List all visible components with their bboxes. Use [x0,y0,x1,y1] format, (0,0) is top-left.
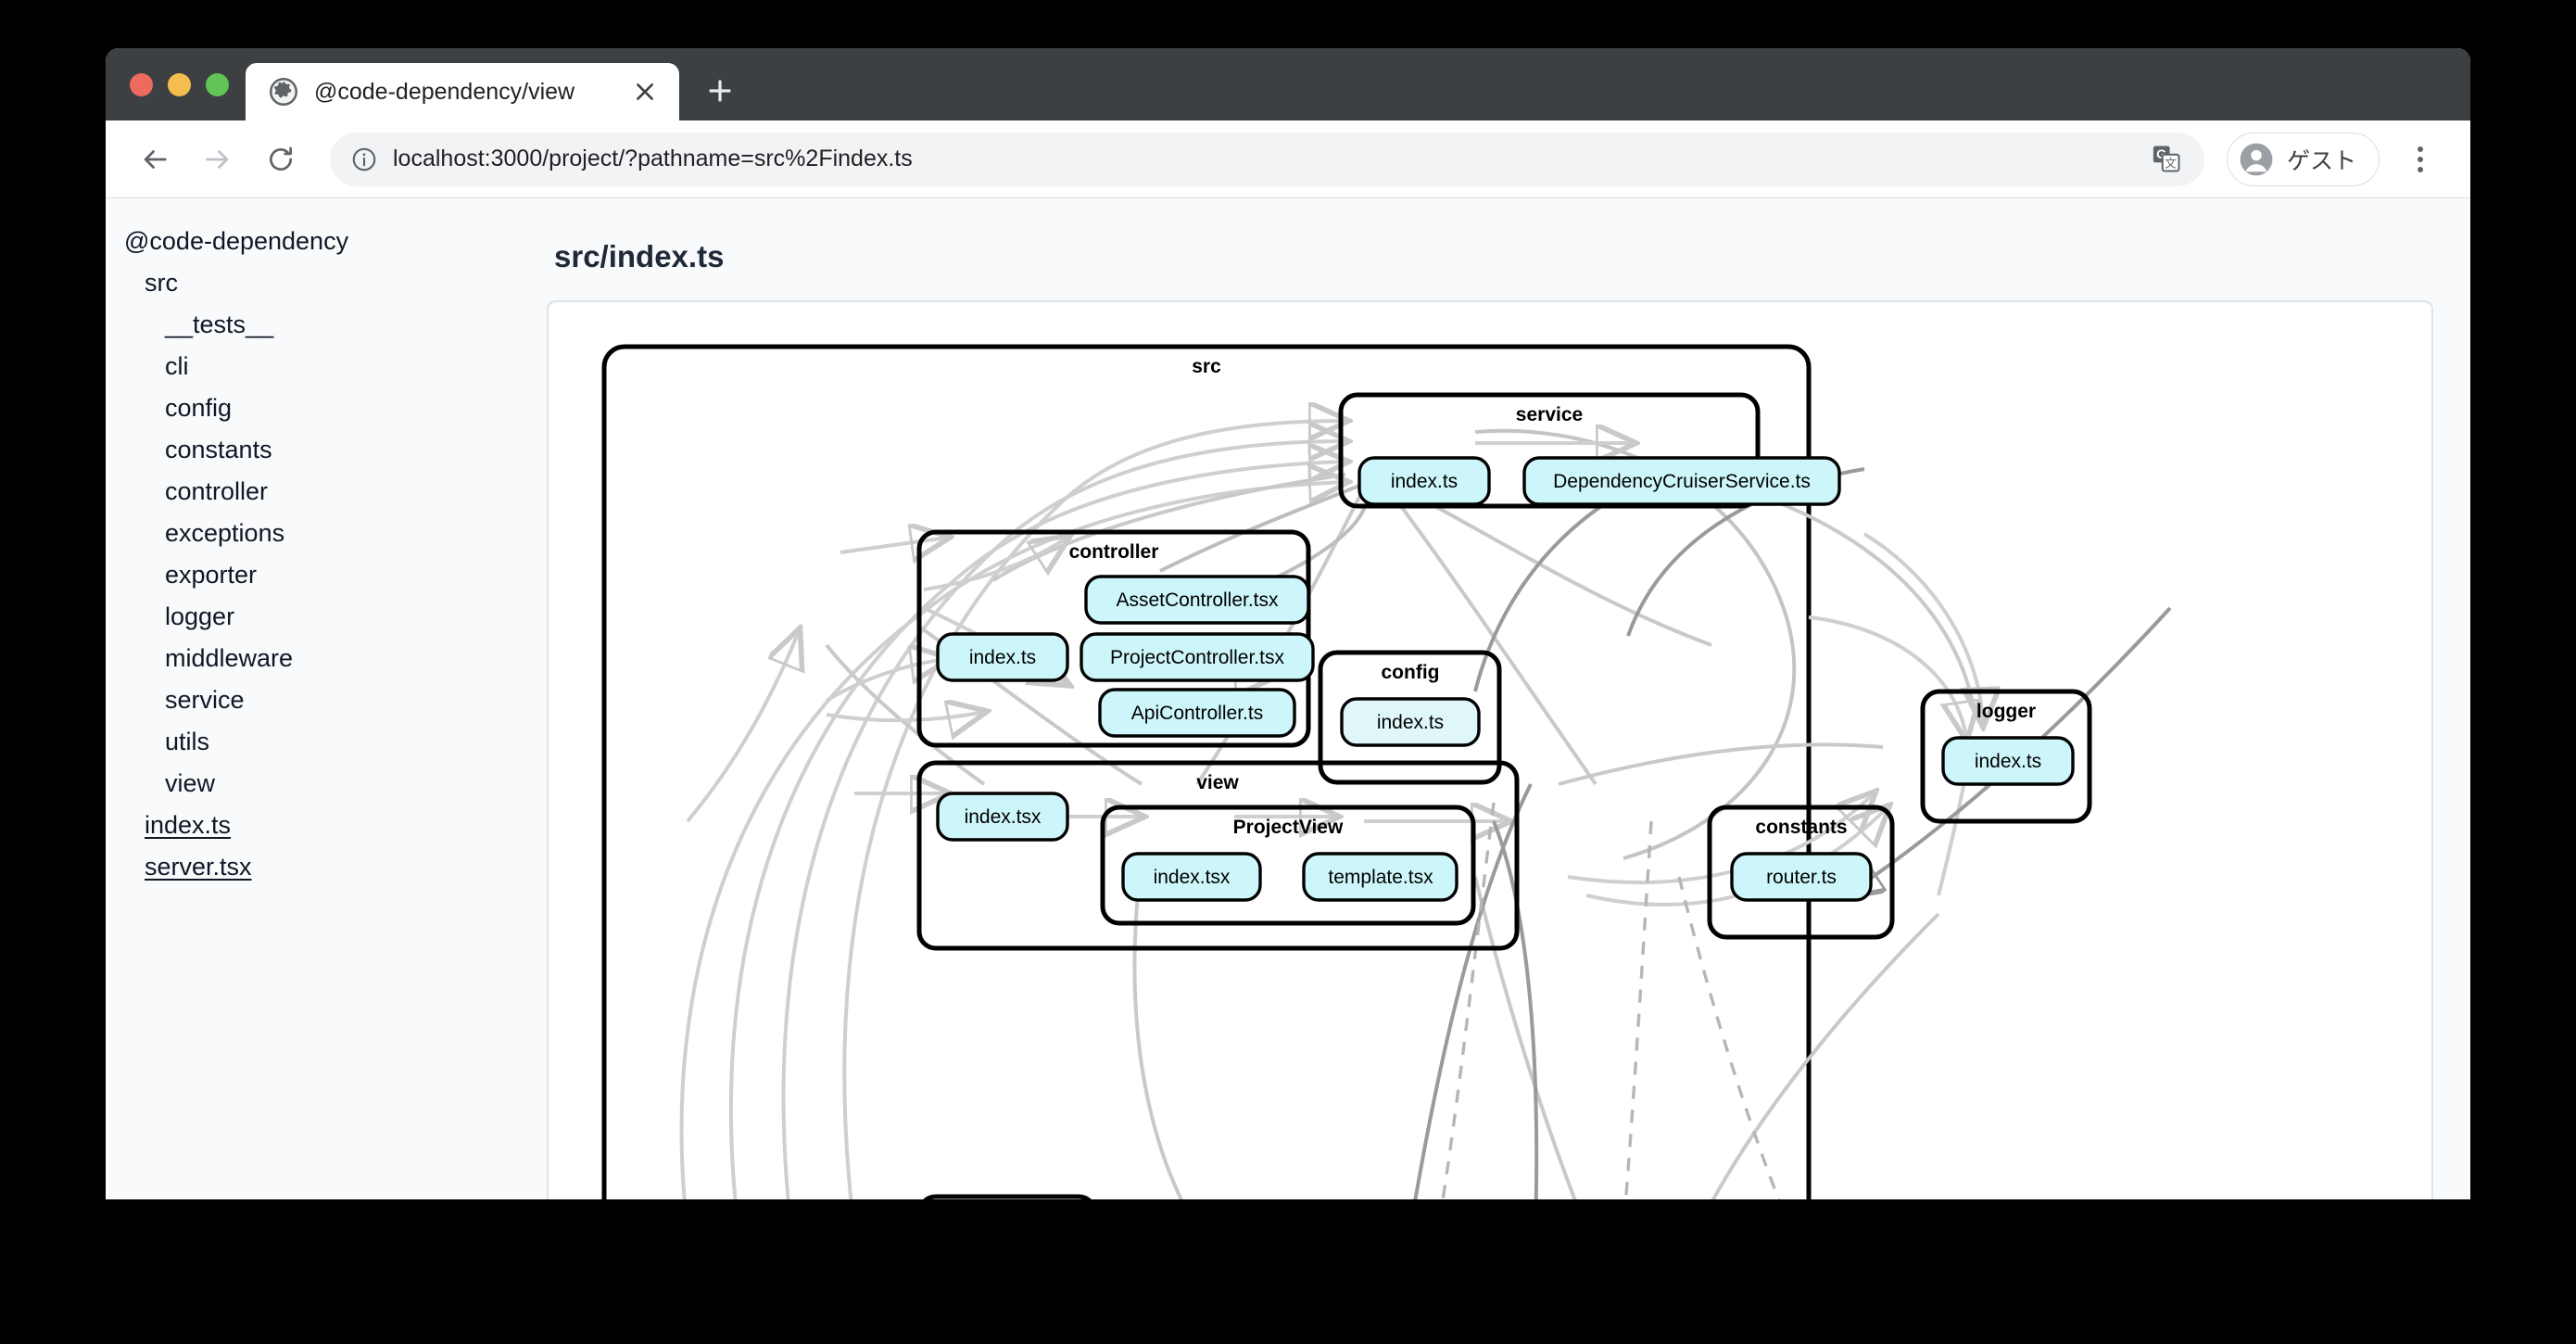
node-label: ProjectController.tsx [1110,647,1284,668]
node-label: index.tsx [1154,867,1231,888]
globe-icon [270,78,297,106]
node-project-controller[interactable]: ProjectController.tsx [1080,632,1315,682]
cluster-cutoff [923,1194,1092,1199]
forward-button[interactable] [191,133,245,186]
close-window-button[interactable] [130,73,153,96]
cluster-label: logger [1976,701,2036,722]
avatar [2239,142,2274,177]
node-view-index[interactable]: index.tsx [936,792,1069,842]
node-label: index.ts [969,647,1036,668]
cluster-label: service [1516,404,1583,425]
back-button[interactable] [128,133,182,186]
cluster-label: config [1382,662,1440,683]
node-label: index.ts [1377,712,1444,733]
sidebar-item-utils[interactable]: utils [106,721,504,763]
sidebar-item-server-tsx[interactable]: server.tsx [106,846,504,888]
node-label: index.tsx [965,806,1042,828]
window-traffic-lights [106,73,246,120]
sidebar-item-cli[interactable]: cli [106,346,504,387]
node-label: index.ts [1391,471,1458,492]
node-label: template.tsx [1328,867,1433,888]
graph-edges [679,421,1983,1199]
maximize-window-button[interactable] [206,73,229,96]
node-api-controller[interactable]: ApiController.ts [1098,688,1296,738]
sidebar-item-exporter[interactable]: exporter [106,554,504,596]
svg-text:文: 文 [2165,156,2177,170]
sidebar-item-logger[interactable]: logger [106,596,504,638]
node-config-index[interactable]: index.ts [1340,697,1481,747]
cluster-label: view [1196,772,1239,793]
cluster-label: constants [1755,817,1847,838]
node-logger-index[interactable]: index.ts [1941,736,2075,786]
dependency-graph-svg[interactable]: src service index.ts DependencyCruiserSe… [549,302,2402,1199]
node-service-index[interactable]: index.ts [1357,456,1491,506]
main-content: src/index.ts src service index.ts Depend… [504,198,2470,1199]
node-label: DependencyCruiserService.ts [1553,471,1811,492]
node-asset-controller[interactable]: AssetController.tsx [1084,575,1310,625]
translate-icon[interactable]: G 文 [2151,143,2184,176]
cluster-label: controller [1069,541,1159,563]
cluster-label: ProjectView [1233,817,1344,838]
sidebar-item-middleware[interactable]: middleware [106,638,504,679]
sidebar-item-service[interactable]: service [106,679,504,721]
address-bar[interactable]: localhost:3000/project/?pathname=src%2Fi… [330,132,2204,186]
node-label: index.ts [1975,751,2041,772]
sidebar-item-view[interactable]: view [106,763,504,805]
sidebar-item-config[interactable]: config [106,387,504,429]
node-projectview-index[interactable]: index.tsx [1121,852,1262,902]
node-label: router.ts [1766,867,1837,888]
sidebar-item-src[interactable]: src [106,262,504,304]
new-tab-button[interactable] [694,65,746,117]
node-projectview-template[interactable]: template.tsx [1302,852,1458,902]
sidebar-item-code-dependency[interactable]: @code-dependency [106,221,504,262]
tab-strip: @code-dependency/view [106,48,2470,120]
profile-name: ゲスト [2286,147,2356,174]
tab-title: @code-dependency/view [314,78,575,105]
sidebar-item-constants[interactable]: constants [106,429,504,471]
dependency-graph-panel[interactable]: src service index.ts DependencyCruiserSe… [547,300,2433,1199]
node-dependency-cruiser-service[interactable]: DependencyCruiserService.ts [1522,456,1841,506]
node-controller-index[interactable]: index.ts [936,632,1069,682]
profile-button[interactable]: ゲスト [2226,132,2380,186]
reload-button[interactable] [254,133,308,186]
node-label: AssetController.tsx [1116,590,1279,611]
sidebar-item-controller[interactable]: controller [106,471,504,513]
node-constants-router[interactable]: router.ts [1730,852,1873,902]
app-body: @code-dependency src __tests__ cli config con… [106,198,2470,1199]
sidebar-file-tree: @code-dependency src __tests__ cli config con… [106,198,504,1199]
browser-tab[interactable]: @code-dependency/view [246,63,679,120]
sidebar-item-exceptions[interactable]: exceptions [106,513,504,554]
browser-window: @code-dependency/view localhost:3000/pro… [106,48,2470,1199]
minimize-window-button[interactable] [168,73,191,96]
page-title: src/index.ts [554,239,725,273]
cluster-label: src [1192,356,1221,377]
kebab-menu-icon[interactable] [2396,135,2444,184]
sidebar-item-index-ts[interactable]: index.ts [106,805,504,846]
url-text: localhost:3000/project/?pathname=src%2Fi… [393,146,913,171]
close-tab-button[interactable] [629,76,661,108]
sidebar-item-tests[interactable]: __tests__ [106,304,504,346]
browser-toolbar: localhost:3000/project/?pathname=src%2Fi… [106,120,2470,198]
info-circle-icon[interactable] [350,146,378,173]
node-label: ApiController.ts [1131,703,1263,724]
